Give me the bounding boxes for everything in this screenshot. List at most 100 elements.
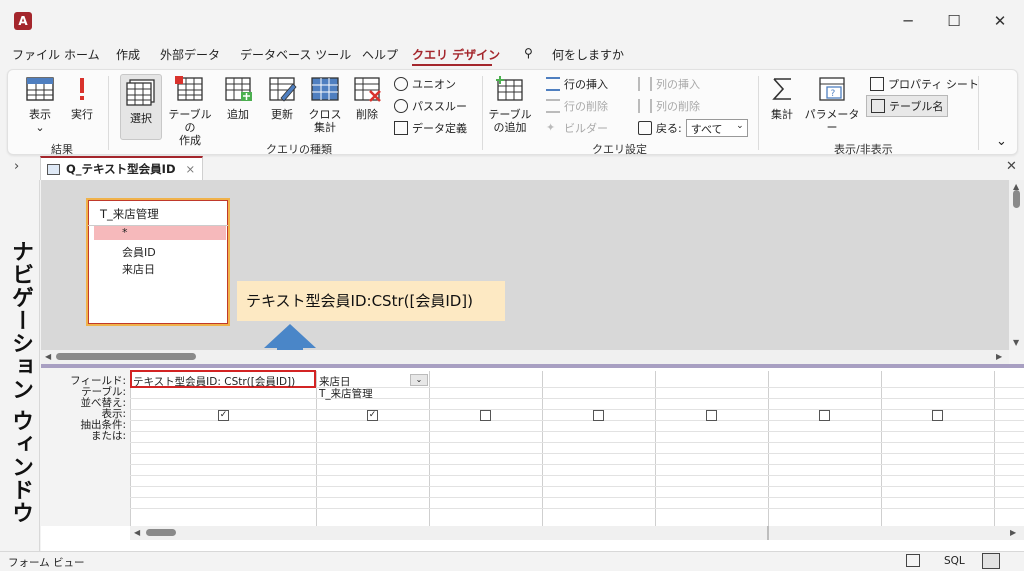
field-all-columns[interactable]: * bbox=[94, 226, 226, 240]
tab-database-tools[interactable]: データベース ツール bbox=[240, 46, 351, 63]
close-window-button[interactable]: ✕ bbox=[978, 8, 1022, 34]
data-definition-icon bbox=[394, 121, 408, 135]
status-bar: フォーム ビュー SQL bbox=[0, 551, 1024, 571]
return-label: 戻る: bbox=[656, 122, 682, 135]
grid-column-line bbox=[655, 371, 656, 526]
tab-query-design[interactable]: クエリ デザイン bbox=[412, 46, 500, 63]
scroll-left-arrow-icon[interactable]: ◀ bbox=[45, 352, 51, 361]
nav-pane-toggle-chevron-icon[interactable]: › bbox=[14, 159, 19, 174]
select-query-button[interactable]: 選択 bbox=[120, 74, 162, 140]
grid-field-cell[interactable]: テキスト型会員ID: CStr([会員ID]) bbox=[133, 374, 295, 389]
pass-through-button[interactable]: パススルー bbox=[394, 98, 467, 114]
grid-scroll-thumb[interactable] bbox=[146, 529, 176, 536]
field-dropdown-chevron-icon[interactable]: ⌄ bbox=[410, 374, 428, 386]
close-document-icon[interactable]: ✕ bbox=[1006, 159, 1017, 174]
show-checkbox[interactable] bbox=[819, 410, 830, 421]
navigation-pane-label[interactable]: ナビゲーション ウィンドウ bbox=[4, 240, 36, 525]
totals-button[interactable]: 集計 bbox=[764, 76, 800, 126]
horizontal-scroll-thumb[interactable] bbox=[56, 353, 196, 360]
datasheet-view-icon[interactable] bbox=[906, 554, 920, 567]
table-names-icon bbox=[871, 99, 885, 113]
insert-columns-button[interactable]: 列の挿入 bbox=[638, 76, 700, 92]
grid-table-cell[interactable]: T_来店管理 bbox=[319, 386, 373, 401]
scroll-left-arrow-icon[interactable]: ◀ bbox=[134, 528, 140, 537]
delete-columns-button[interactable]: 列の削除 bbox=[638, 98, 700, 114]
delete-rows-button[interactable]: 行の削除 bbox=[546, 98, 608, 114]
grid-horizontal-scrollbar[interactable] bbox=[130, 526, 1024, 540]
select-query-icon bbox=[126, 79, 155, 106]
tab-close-icon[interactable]: × bbox=[186, 162, 196, 176]
sql-view-button[interactable]: SQL bbox=[944, 555, 965, 567]
delete-rows-icon bbox=[546, 99, 560, 113]
svg-text:?: ? bbox=[831, 89, 836, 99]
insert-rows-icon bbox=[546, 77, 560, 91]
vertical-scroll-thumb[interactable] bbox=[1013, 190, 1020, 208]
return-dropdown[interactable]: すべて ⌄ bbox=[685, 119, 748, 137]
query-design-grid[interactable] bbox=[41, 368, 1024, 551]
return-filter-icon bbox=[638, 121, 652, 135]
table-field-list-title[interactable]: T_来店管理 bbox=[88, 200, 228, 226]
tab-file[interactable]: ファイル bbox=[12, 46, 60, 63]
grid-row-line bbox=[130, 475, 1024, 476]
grid-row-line bbox=[130, 420, 1024, 421]
insert-rows-button[interactable]: 行の挿入 bbox=[546, 76, 608, 92]
grid-column-line bbox=[316, 371, 317, 526]
tab-external-data[interactable]: 外部データ bbox=[160, 46, 220, 63]
sigma-icon bbox=[772, 78, 791, 100]
view-button[interactable]: 表示 ⌄ bbox=[18, 76, 62, 136]
collapse-ribbon-chevron-icon[interactable]: ⌄ bbox=[996, 134, 1007, 149]
table-names-label: テーブル名 bbox=[889, 100, 944, 113]
run-button[interactable]: 実行 bbox=[64, 76, 100, 126]
scroll-down-arrow-icon[interactable]: ▼ bbox=[1013, 338, 1019, 347]
grid-row-labels: フィールド: テーブル: 並べ替え: 表示: 抽出条件: または: bbox=[41, 368, 130, 526]
property-sheet-button[interactable]: プロパティ シート bbox=[870, 76, 979, 92]
table-names-button[interactable]: テーブル名 bbox=[866, 95, 949, 117]
update-label: 更新 bbox=[271, 108, 293, 121]
show-checkbox[interactable] bbox=[593, 410, 604, 421]
group-separator bbox=[978, 76, 979, 150]
group-separator bbox=[108, 76, 109, 150]
minimize-button[interactable]: ─ bbox=[886, 8, 930, 34]
scroll-right-arrow-icon[interactable]: ▶ bbox=[996, 352, 1002, 361]
add-table-button[interactable]: テーブル の追加 bbox=[486, 76, 534, 136]
delete-rows-label: 行の削除 bbox=[564, 100, 608, 113]
append-query-button[interactable]: 追加 bbox=[218, 76, 258, 126]
show-checkbox[interactable] bbox=[706, 410, 717, 421]
make-table-button[interactable]: テーブルの 作成 bbox=[164, 76, 216, 147]
delete-query-icon bbox=[354, 77, 381, 102]
chevron-down-icon: ⌄ bbox=[35, 121, 45, 134]
maximize-button[interactable]: ☐ bbox=[932, 8, 976, 34]
show-checkbox[interactable]: ✓ bbox=[367, 410, 378, 421]
tab-home[interactable]: ホーム bbox=[64, 46, 100, 63]
show-checkbox[interactable]: ✓ bbox=[218, 410, 229, 421]
active-tab-underline bbox=[412, 64, 492, 66]
crosstab-query-button[interactable]: クロス 集計 bbox=[306, 76, 344, 136]
tell-me-search[interactable]: 何をしますか bbox=[552, 46, 624, 63]
tab-create[interactable]: 作成 bbox=[116, 46, 140, 63]
builder-button[interactable]: ✦ ビルダー bbox=[546, 120, 608, 136]
field-member-id[interactable]: 会員ID bbox=[122, 244, 156, 260]
data-definition-button[interactable]: データ定義 bbox=[394, 120, 467, 136]
delete-query-button[interactable]: 削除 bbox=[348, 76, 386, 126]
search-icon[interactable]: ⚲ bbox=[524, 46, 533, 60]
datasheet-view-icon bbox=[26, 77, 54, 101]
group-label-query-type: クエリの種類 bbox=[266, 143, 332, 156]
show-checkbox[interactable] bbox=[932, 410, 943, 421]
grid-row-line bbox=[130, 508, 1024, 509]
chevron-down-icon: ⌄ bbox=[736, 121, 744, 131]
expression-callout: テキスト型会員ID:CStr([会員ID]) bbox=[237, 281, 505, 321]
tab-help[interactable]: ヘルプ bbox=[362, 46, 398, 63]
grid-column-line bbox=[130, 371, 131, 526]
return-control: 戻る: すべて ⌄ bbox=[638, 119, 748, 137]
scroll-right-arrow-icon[interactable]: ▶ bbox=[1010, 528, 1016, 537]
table-field-list[interactable]: T_来店管理 * 会員ID 来店日 bbox=[86, 198, 230, 326]
union-query-button[interactable]: ユニオン bbox=[394, 76, 456, 92]
document-tab[interactable]: Q_テキスト型会員ID × bbox=[40, 156, 203, 180]
design-view-icon[interactable] bbox=[982, 553, 1000, 569]
field-visit-date[interactable]: 来店日 bbox=[122, 261, 155, 277]
show-checkbox[interactable] bbox=[480, 410, 491, 421]
parameters-button[interactable]: ? パラメーター bbox=[804, 76, 860, 134]
totals-label: 集計 bbox=[771, 108, 793, 121]
grid-column-line bbox=[994, 371, 995, 526]
update-query-button[interactable]: 更新 bbox=[262, 76, 302, 126]
